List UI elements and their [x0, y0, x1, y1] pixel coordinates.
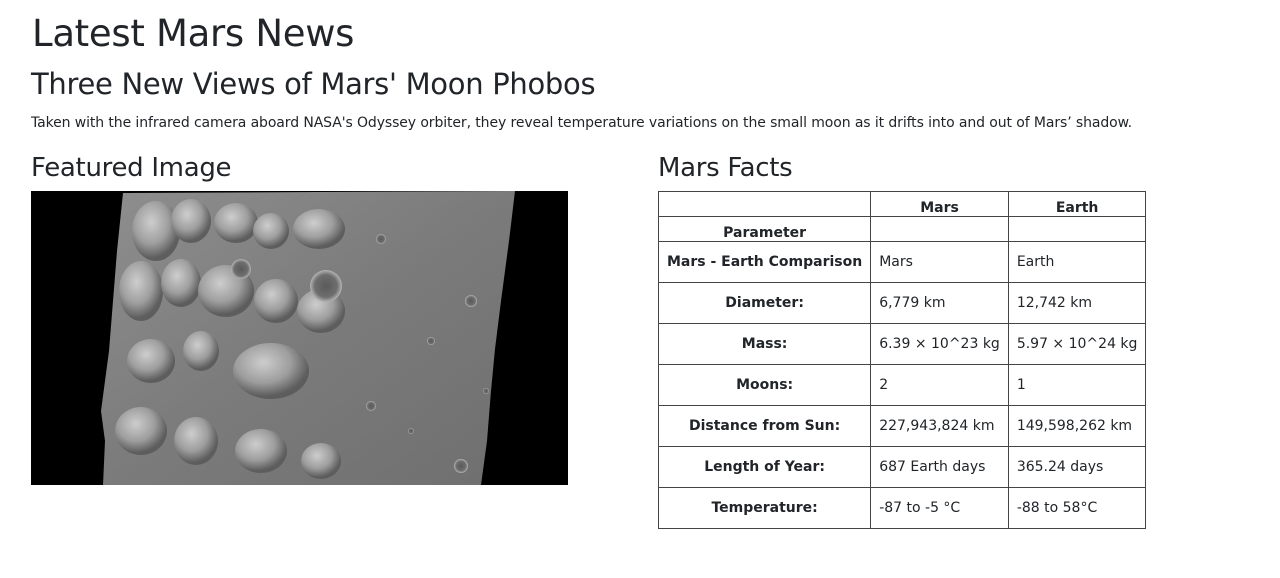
- news-headline[interactable]: Three New Views of Mars' Moon Phobos: [31, 65, 596, 103]
- mars-facts-table: Mars Earth Parameter Mars - Earth Compar…: [657, 191, 1147, 529]
- mars-value: 227,943,824 km: [870, 405, 1009, 447]
- mars-value: 6.39 × 10^23 kg: [870, 323, 1009, 365]
- row-label: Diameter:: [657, 282, 872, 324]
- mars-value: -87 to -5 °C: [870, 487, 1009, 529]
- table-row: Diameter: 6,779 km 12,742 km: [657, 282, 1147, 324]
- mars-value: 2: [870, 364, 1009, 406]
- earth-value: 5.97 × 10^24 kg: [1007, 323, 1147, 365]
- earth-value: Earth: [1007, 241, 1147, 283]
- mars-value: 6,779 km: [870, 282, 1009, 324]
- table-row: Mars - Earth Comparison Mars Earth: [657, 241, 1147, 283]
- row-label: Mars - Earth Comparison: [657, 241, 872, 283]
- parameter-mars-cell: [870, 216, 1009, 242]
- parameter-label: Parameter: [657, 216, 872, 242]
- news-teaser: Taken with the infrared camera aboard NA…: [31, 115, 1133, 131]
- earth-value: 149,598,262 km: [1007, 405, 1147, 447]
- mars-value: Mars: [870, 241, 1009, 283]
- row-label: Length of Year:: [657, 446, 872, 488]
- earth-value: 12,742 km: [1007, 282, 1147, 324]
- row-label: Mass:: [657, 323, 872, 365]
- column-header-mars: Mars: [870, 191, 1009, 217]
- parameter-row: Parameter: [657, 216, 1147, 242]
- row-label: Moons:: [657, 364, 872, 406]
- column-header-earth: Earth: [1007, 191, 1147, 217]
- table-header-row: Mars Earth: [657, 191, 1147, 217]
- table-row: Length of Year: 687 Earth days 365.24 da…: [657, 446, 1147, 488]
- table-row: Temperature: -87 to -5 °C -88 to 58°C: [657, 487, 1147, 529]
- table-row: Mass: 6.39 × 10^23 kg 5.97 × 10^24 kg: [657, 323, 1147, 365]
- featured-image-heading: Featured Image: [31, 153, 232, 183]
- table-row: Distance from Sun: 227,943,824 km 149,59…: [657, 405, 1147, 447]
- mars-facts-heading: Mars Facts: [658, 153, 793, 183]
- row-label: Distance from Sun:: [657, 405, 872, 447]
- column-header-blank: [657, 191, 872, 217]
- parameter-earth-cell: [1007, 216, 1147, 242]
- featured-image[interactable]: [31, 191, 568, 485]
- mars-news-page: Latest Mars News Three New Views of Mars…: [0, 0, 1280, 578]
- page-title: Latest Mars News: [32, 12, 355, 55]
- mars-value: 687 Earth days: [870, 446, 1009, 488]
- earth-value: -88 to 58°C: [1007, 487, 1147, 529]
- row-label: Temperature:: [657, 487, 872, 529]
- earth-value: 365.24 days: [1007, 446, 1147, 488]
- table-row: Moons: 2 1: [657, 364, 1147, 406]
- earth-value: 1: [1007, 364, 1147, 406]
- mars-surface-image: [31, 191, 568, 485]
